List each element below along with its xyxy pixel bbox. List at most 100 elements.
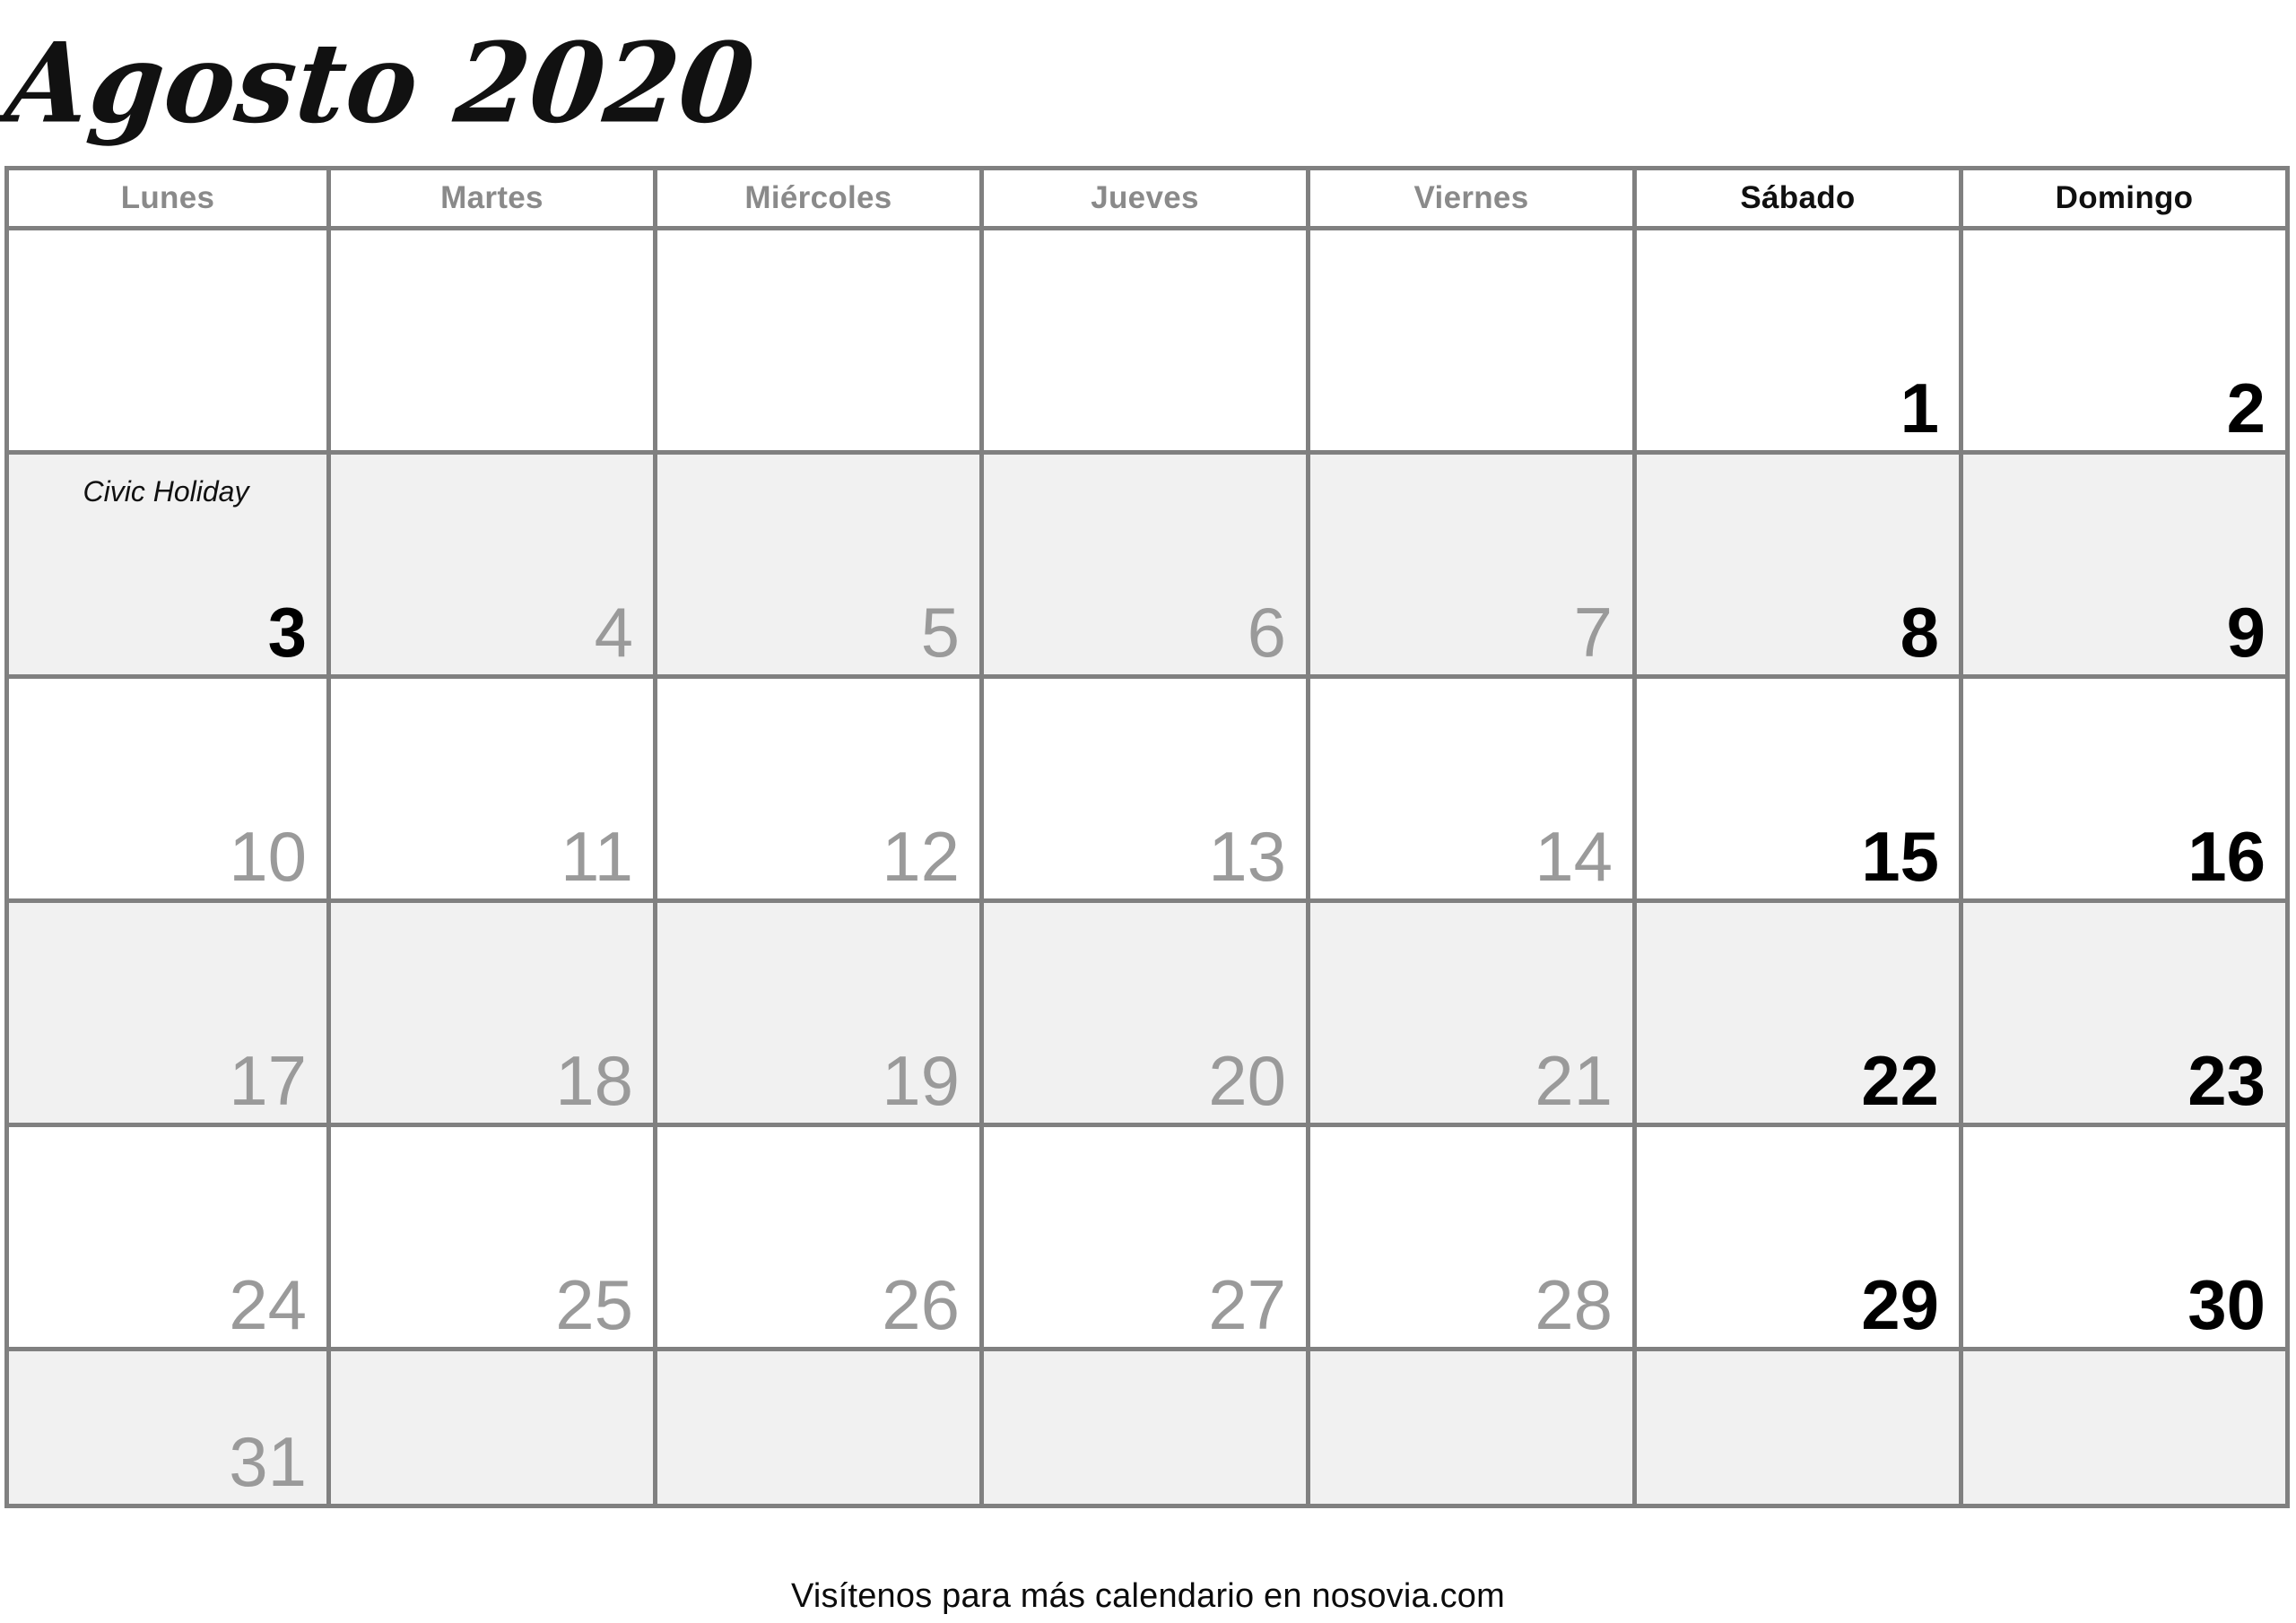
day-cell-inner: 5 [657,455,979,674]
day-cell-inner: 13 [984,679,1306,898]
day-number: 18 [555,1040,633,1120]
day-cell-inner [1963,1351,2285,1504]
day-cell-empty[interactable] [1310,1351,1637,1508]
day-cell-inner [331,230,653,450]
day-cell-inner: 11 [331,679,653,898]
calendar-body: 1 2 Civic Holiday 3 4 5 6 7 8 9 10 11 12 13 14 15 16 17 18… [4,230,2290,1508]
day-cell-7[interactable]: 7 [1310,455,1637,679]
calendar-header-row: Lunes Martes Miércoles Jueves Viernes Sábado D… [4,166,2290,230]
day-cell-empty[interactable] [1637,1351,1963,1508]
day-cell-inner: 8 [1637,455,1959,674]
day-number: 22 [1861,1040,1939,1120]
day-cell-9[interactable]: 9 [1963,455,2290,679]
day-number: 4 [594,592,633,672]
day-cell-23[interactable]: 23 [1963,903,2290,1127]
calendar-grid-wrapper: Lunes Martes Miércoles Jueves Viernes Sábado D… [0,166,2296,1508]
day-cell-31[interactable]: 31 [4,1351,331,1508]
calendar-week-row: 24 25 26 27 28 29 30 [4,1127,2290,1351]
day-cell-10[interactable]: 10 [4,679,331,903]
day-number: 30 [2187,1264,2266,1344]
day-cell-22[interactable]: 22 [1637,903,1963,1127]
day-cell-inner [657,230,979,450]
day-cell-inner: 31 [9,1351,326,1504]
day-cell-27[interactable]: 27 [984,1127,1310,1351]
day-cell-6[interactable]: 6 [984,455,1310,679]
weekday-header-domingo: Domingo [1963,166,2290,230]
day-cell-empty[interactable] [657,1351,984,1508]
day-cell-empty[interactable] [1310,230,1637,455]
day-cell-30[interactable]: 30 [1963,1127,2290,1351]
day-cell-5[interactable]: 5 [657,455,984,679]
day-cell-inner: 14 [1310,679,1632,898]
weekday-header-row: Lunes Martes Miércoles Jueves Viernes Sábado D… [4,166,2290,230]
day-number: 16 [2187,816,2266,896]
day-cell-inner [657,1351,979,1504]
day-cell-inner: 7 [1310,455,1632,674]
day-cell-28[interactable]: 28 [1310,1127,1637,1351]
day-cell-inner: 16 [1963,679,2285,898]
day-cell-inner: 17 [9,903,326,1123]
day-cell-empty[interactable] [984,230,1310,455]
day-cell-empty[interactable] [331,1351,657,1508]
day-cell-empty[interactable] [331,230,657,455]
day-number: 17 [229,1040,307,1120]
day-cell-1[interactable]: 1 [1637,230,1963,455]
day-cell-3[interactable]: Civic Holiday 3 [4,455,331,679]
day-cell-16[interactable]: 16 [1963,679,2290,903]
day-cell-inner: 19 [657,903,979,1123]
day-cell-inner: 1 [1637,230,1959,450]
calendar-week-row: Civic Holiday 3 4 5 6 7 8 9 [4,455,2290,679]
page-title: Agosto 2020 [0,17,761,148]
day-cell-14[interactable]: 14 [1310,679,1637,903]
day-cell-inner: 26 [657,1127,979,1347]
day-cell-17[interactable]: 17 [4,903,331,1127]
day-cell-25[interactable]: 25 [331,1127,657,1351]
weekday-header-martes: Martes [331,166,657,230]
calendar-week-row: 10 11 12 13 14 15 16 [4,679,2290,903]
day-number: 12 [882,816,960,896]
day-number: 31 [229,1421,307,1501]
day-cell-2[interactable]: 2 [1963,230,2290,455]
day-cell-24[interactable]: 24 [4,1127,331,1351]
day-cell-12[interactable]: 12 [657,679,984,903]
day-cell-empty[interactable] [1963,1351,2290,1508]
day-cell-8[interactable]: 8 [1637,455,1963,679]
day-cell-empty[interactable] [657,230,984,455]
day-cell-29[interactable]: 29 [1637,1127,1963,1351]
day-cell-26[interactable]: 26 [657,1127,984,1351]
weekday-header-viernes: Viernes [1310,166,1637,230]
day-number: 7 [1573,592,1613,672]
day-number: 27 [1208,1264,1286,1344]
day-cell-inner: 18 [331,903,653,1123]
day-cell-inner [984,1351,1306,1504]
day-cell-18[interactable]: 18 [331,903,657,1127]
day-number: 25 [555,1264,633,1344]
day-cell-19[interactable]: 19 [657,903,984,1127]
weekday-header-sábado: Sábado [1637,166,1963,230]
weekday-header-lunes: Lunes [4,166,331,230]
day-cell-11[interactable]: 11 [331,679,657,903]
day-cell-empty[interactable] [4,230,331,455]
day-cell-empty[interactable] [984,1351,1310,1508]
day-cell-inner: 24 [9,1127,326,1347]
day-cell-20[interactable]: 20 [984,903,1310,1127]
day-number: 29 [1861,1264,1939,1344]
day-number: 15 [1861,816,1939,896]
day-cell-21[interactable]: 21 [1310,903,1637,1127]
day-cell-inner: 27 [984,1127,1306,1347]
day-number: 24 [229,1264,307,1344]
day-cell-inner: 29 [1637,1127,1959,1347]
day-number: 26 [882,1264,960,1344]
weekday-header-jueves: Jueves [984,166,1310,230]
day-number: 1 [1900,368,1939,447]
day-number: 13 [1208,816,1286,896]
day-cell-15[interactable]: 15 [1637,679,1963,903]
day-number: 3 [267,592,307,672]
day-cell-13[interactable]: 13 [984,679,1310,903]
day-cell-inner: 20 [984,903,1306,1123]
day-number: 11 [561,816,633,896]
day-cell-4[interactable]: 4 [331,455,657,679]
day-number: 14 [1535,816,1613,896]
day-cell-inner: 6 [984,455,1306,674]
day-cell-inner: 12 [657,679,979,898]
